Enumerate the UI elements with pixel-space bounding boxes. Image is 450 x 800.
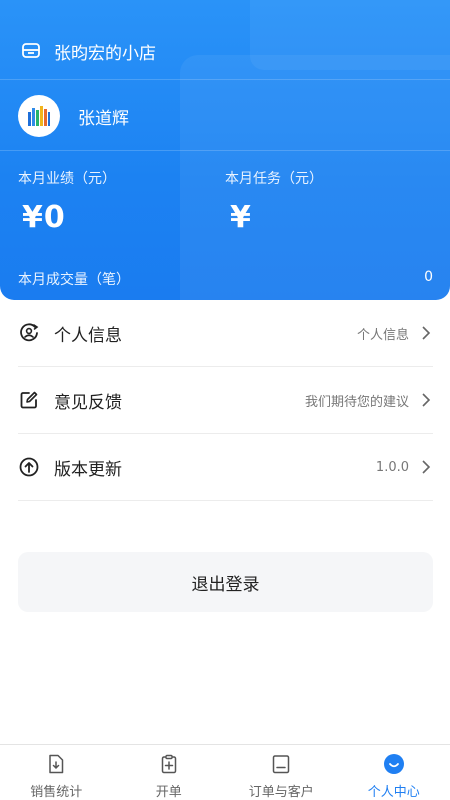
menu-item-value: 1.0.0: [375, 459, 409, 475]
divider: [0, 79, 450, 80]
shop-row[interactable]: 张昀宏的小店: [20, 36, 156, 66]
chevron-right-icon: [421, 326, 433, 340]
monthly-task-value: ¥: [230, 200, 252, 235]
tab-label: 开单: [155, 785, 182, 800]
personal-center-icon: [383, 753, 405, 775]
chevron-right-icon: [421, 460, 433, 474]
clipboard-plus-icon: [158, 753, 180, 775]
monthly-volume-label: 本月成交量（笔）: [18, 272, 130, 288]
tab-personal-center[interactable]: 个人中心: [338, 745, 450, 800]
tab-orders-customers[interactable]: 订单与客户: [225, 745, 338, 800]
order-customer-icon: [270, 753, 292, 775]
menu-item-value: 个人信息: [356, 327, 409, 343]
store-icon: [20, 40, 42, 62]
settings-menu: 个人信息 个人信息 意见反馈 我们期待您的建议 版本更新 1.0.0: [18, 300, 433, 501]
tab-label: 订单与客户: [248, 785, 314, 800]
chevron-right-icon: [421, 393, 433, 407]
menu-item-personal-info[interactable]: 个人信息 个人信息: [18, 300, 433, 367]
avatar: [18, 95, 60, 137]
menu-item-label: 意见反馈: [54, 392, 122, 413]
user-name: 张道辉: [78, 108, 129, 129]
monthly-sales-value: ¥0: [22, 200, 66, 235]
tab-sales-stats[interactable]: 销售统计: [0, 745, 113, 800]
monthly-sales-label: 本月业绩（元）: [18, 171, 116, 187]
user-info-icon: [18, 322, 40, 344]
tab-label: 个人中心: [367, 785, 420, 800]
tab-create-order[interactable]: 开单: [113, 745, 226, 800]
edit-icon: [18, 389, 40, 411]
logout-button[interactable]: 退出登录: [18, 552, 433, 612]
user-row[interactable]: 张道辉: [18, 95, 129, 137]
menu-item-feedback[interactable]: 意见反馈 我们期待您的建议: [18, 367, 433, 434]
menu-item-value: 我们期待您的建议: [304, 394, 409, 410]
sales-stats-icon: [45, 753, 67, 775]
header-card: 张昀宏的小店 张道辉 本月业绩（元） ¥0 本月任务（元） ¥ 本月成交量（笔）…: [0, 0, 450, 300]
tab-label: 销售统计: [30, 785, 83, 800]
bottom-tab-bar: 销售统计 开单 订单与客户 个人中心: [0, 744, 450, 800]
monthly-task-label: 本月任务（元）: [225, 171, 323, 187]
upload-icon: [18, 456, 40, 478]
menu-item-label: 版本更新: [54, 459, 122, 480]
menu-item-version-update[interactable]: 版本更新 1.0.0: [18, 434, 433, 501]
monthly-volume-value: 0: [424, 269, 433, 285]
shop-name: 张昀宏的小店: [54, 43, 156, 64]
decoration: [250, 0, 450, 70]
menu-item-label: 个人信息: [54, 325, 122, 346]
divider: [0, 150, 450, 151]
